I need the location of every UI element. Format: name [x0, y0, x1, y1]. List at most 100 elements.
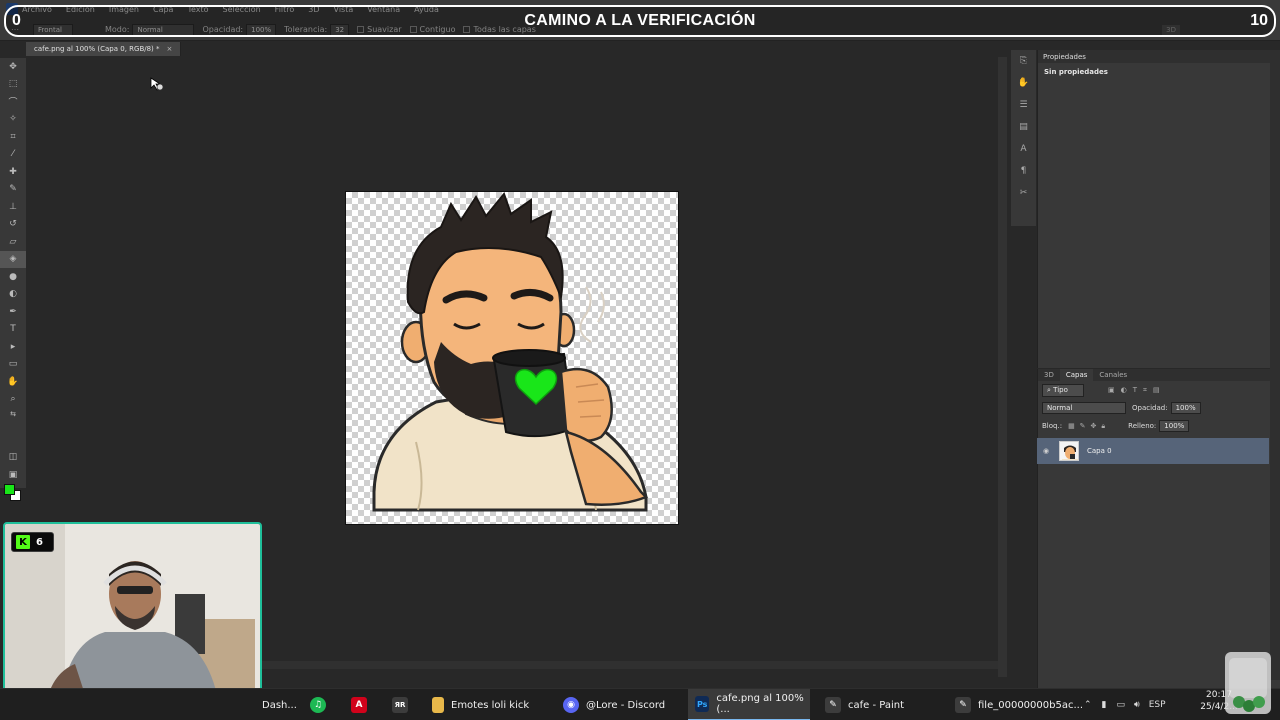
- lock-icons[interactable]: ▦✎✥🔒︎: [1068, 422, 1110, 431]
- layer-filter-icons[interactable]: ▣◐T⌗▤: [1108, 386, 1166, 395]
- lasso-tool-icon[interactable]: ⌒: [0, 93, 26, 111]
- crop-tool-icon[interactable]: ⌗: [0, 128, 26, 146]
- rectangle-tool-icon[interactable]: ▭: [0, 356, 26, 374]
- folder-icon: [432, 697, 444, 713]
- discord-icon: ◉: [563, 697, 579, 713]
- paint-bucket-tool-icon[interactable]: ◈: [0, 250, 26, 268]
- taskbar-item-paint-file[interactable]: ✎ file_00000000b5ac...: [955, 689, 1083, 720]
- taskbar-item-app-rr[interactable]: ЯR: [392, 689, 415, 720]
- eraser-tool-icon[interactable]: ▱: [0, 233, 26, 251]
- taskbar-label: Emotes loli kick: [451, 699, 530, 711]
- taskbar-item-folder[interactable]: Emotes loli kick: [432, 689, 529, 720]
- zoom-tool-icon[interactable]: ⌕: [0, 391, 26, 409]
- tab-3d[interactable]: 3D: [1038, 369, 1060, 381]
- layer-thumbnail: [1059, 441, 1079, 461]
- fill-label: Relleno:: [1128, 422, 1157, 430]
- overlay-title: CAMINO A LA VERIFICACIÓN: [524, 12, 756, 29]
- taskbar-label: Dash...: [262, 699, 297, 711]
- taskbar-label: cafe - Paint: [848, 699, 905, 711]
- layers-panel: 3D Capas Canales ⌕ Tipo ▣◐T⌗▤ Normal Opa…: [1037, 369, 1280, 689]
- volume-icon[interactable]: 🔊︎: [1134, 700, 1140, 710]
- paint-icon: ✎: [825, 697, 841, 713]
- properties-panel-icon[interactable]: ☰: [1011, 94, 1036, 116]
- paragraph-panel-icon[interactable]: ¶: [1011, 160, 1036, 182]
- blur-tool-icon[interactable]: ●: [0, 268, 26, 286]
- layer-thumbnail-art: [1060, 442, 1078, 460]
- layer-row-capa-0[interactable]: ◉ Capa 0: [1037, 438, 1269, 464]
- blend-row: Normal Opacidad: 100%: [1038, 399, 1280, 417]
- taskbar-label: file_00000000b5ac...: [978, 699, 1083, 711]
- cursor-shape: [150, 77, 164, 91]
- properties-empty-text: Sin propiedades: [1044, 68, 1108, 76]
- blend-mode-select[interactable]: Normal: [1042, 402, 1126, 414]
- photoshop-icon: Ps: [695, 696, 710, 712]
- spotify-icon: ♫: [310, 697, 326, 713]
- eye-icon[interactable]: ◉: [1043, 447, 1051, 455]
- canvas-horizontal-scrollbar[interactable]: [262, 661, 998, 669]
- adjustments-panel-icon[interactable]: ✋: [1011, 72, 1036, 94]
- image-canvas[interactable]: [345, 191, 679, 525]
- screen-mode-icon[interactable]: ▣: [0, 466, 26, 484]
- network-icon[interactable]: ▭: [1117, 700, 1126, 710]
- healing-brush-tool-icon[interactable]: ✚: [0, 163, 26, 181]
- taskbar-label: cafe.png al 100% (...: [716, 693, 804, 715]
- system-tray: ⌃ ▮ ▭ 🔊︎ ESP: [1084, 689, 1166, 720]
- tool-presets-icon[interactable]: ✂: [1011, 182, 1036, 204]
- language-indicator[interactable]: ESP: [1149, 700, 1166, 710]
- layer-filter-select[interactable]: ⌕ Tipo: [1042, 383, 1084, 397]
- chevron-up-icon[interactable]: ⌃: [1084, 700, 1092, 710]
- overlay-right-counter: 10: [1250, 12, 1268, 29]
- magic-wand-tool-icon[interactable]: ✧: [0, 111, 26, 129]
- taskbar-item-discord[interactable]: ◉ @Lore - Discord: [563, 689, 665, 720]
- kick-logo-icon: K: [16, 535, 30, 549]
- usb-icon[interactable]: ▮: [1102, 700, 1107, 710]
- layer-filter-row: ⌕ Tipo ▣◐T⌗▤: [1038, 381, 1280, 399]
- taskbar-item-paint[interactable]: ✎ cafe - Paint: [825, 689, 904, 720]
- layers-panel-tabs: 3D Capas Canales: [1038, 369, 1280, 381]
- quick-mask-icon[interactable]: ◫: [0, 448, 26, 466]
- plant-widget: [1225, 652, 1271, 714]
- photoshop-window: Archivo Edición Imagen Capa Texto Selecc…: [0, 0, 1280, 720]
- foreground-color-swatch[interactable]: [4, 484, 15, 495]
- layer-opacity-input[interactable]: 100%: [1170, 402, 1201, 414]
- panel-icon-strip: ⎘ ✋ ☰ ▤ A ¶ ✂: [1011, 50, 1036, 226]
- tab-canales[interactable]: Canales: [1093, 369, 1133, 381]
- move-tool-icon[interactable]: ✥: [0, 58, 26, 76]
- close-icon[interactable]: ×: [167, 45, 173, 53]
- history-brush-tool-icon[interactable]: ↺: [0, 216, 26, 234]
- dodge-tool-icon[interactable]: ◐: [0, 286, 26, 304]
- clone-stamp-tool-icon[interactable]: ⊥: [0, 198, 26, 216]
- brush-tool-icon[interactable]: ✎: [0, 181, 26, 199]
- taskbar-item-spotify[interactable]: ♫: [310, 689, 333, 720]
- hand-tool-icon[interactable]: ✋: [0, 373, 26, 391]
- panel-scrollbar[interactable]: [1270, 50, 1280, 680]
- document-tab[interactable]: cafe.png al 100% (Capa 0, RGB/8) * ×: [26, 42, 182, 56]
- default-colors-icon[interactable]: ⇆: [0, 408, 26, 420]
- properties-header[interactable]: Propiedades: [1038, 50, 1280, 63]
- properties-panel: Propiedades Sin propiedades: [1037, 50, 1280, 368]
- layer-filter-label: Tipo: [1053, 385, 1068, 394]
- lock-label: Bloq.:: [1042, 422, 1063, 430]
- lock-row: Bloq.: ▦✎✥🔒︎ Relleno: 100%: [1038, 417, 1280, 435]
- taskbar-item-app-a[interactable]: A: [351, 689, 374, 720]
- app-a-icon: A: [351, 697, 367, 713]
- character-panel-icon[interactable]: A: [1011, 138, 1036, 160]
- taskbar-item-dashboard[interactable]: Dash...: [262, 689, 297, 720]
- marquee-tool-icon[interactable]: ⬚: [0, 76, 26, 94]
- taskbar-item-photoshop[interactable]: Ps cafe.png al 100% (...: [688, 689, 810, 720]
- path-selection-tool-icon[interactable]: ▸: [0, 338, 26, 356]
- tab-capas[interactable]: Capas: [1059, 369, 1094, 381]
- history-panel-icon[interactable]: ⎘: [1011, 50, 1036, 72]
- pen-tool-icon[interactable]: ✒: [0, 303, 26, 321]
- fill-input[interactable]: 100%: [1159, 420, 1190, 432]
- kick-viewer-badge: K 6: [11, 532, 54, 552]
- paint-bucket-cursor-icon: [150, 77, 166, 93]
- taskbar: Dash... ♫ A ЯR Emotes loli kick ◉ @Lore …: [0, 688, 1280, 720]
- layer-opacity-label: Opacidad:: [1132, 404, 1168, 412]
- styles-panel-icon[interactable]: ▤: [1011, 116, 1036, 138]
- eyedropper-tool-icon[interactable]: ⁄: [0, 146, 26, 164]
- layer-name: Capa 0: [1087, 447, 1112, 455]
- taskbar-label: @Lore - Discord: [586, 699, 666, 711]
- type-tool-icon[interactable]: T: [0, 321, 26, 339]
- canvas-vertical-scrollbar[interactable]: [998, 57, 1007, 677]
